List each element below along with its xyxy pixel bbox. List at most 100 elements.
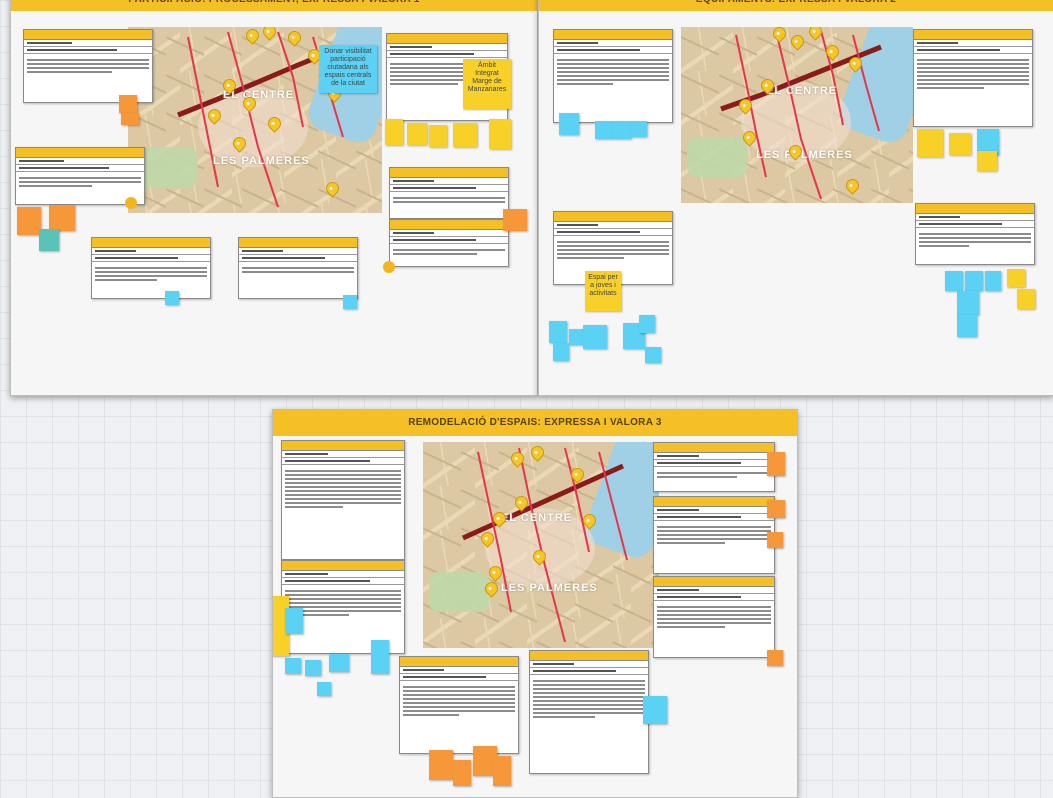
- comment-card[interactable]: [15, 147, 145, 205]
- sticky-note[interactable]: [317, 682, 331, 696]
- city-map[interactable]: EL CENTRE LES PALMERES: [681, 27, 913, 203]
- comment-card[interactable]: [238, 237, 358, 299]
- card-header: [239, 238, 357, 248]
- sticky-note[interactable]: [957, 315, 977, 337]
- card-header: [554, 212, 672, 222]
- card-header: [390, 168, 508, 178]
- sticky-note[interactable]: [1017, 289, 1035, 309]
- sticky-note[interactable]: [639, 315, 655, 333]
- comment-card[interactable]: [553, 29, 673, 123]
- card-header: [654, 497, 774, 507]
- frame-title: EQUIPAMENTS: EXPRESSA I VALORA 2: [539, 0, 1053, 11]
- comment-card[interactable]: [915, 203, 1035, 265]
- city-map[interactable]: EL CENTRE LES PALMERES: [423, 442, 659, 648]
- comment-card[interactable]: [653, 576, 775, 658]
- sticky-note[interactable]: Àmbit Integrat Marge de Manzanares: [463, 59, 511, 109]
- sticky-note[interactable]: [945, 271, 963, 291]
- card-header: [530, 651, 648, 661]
- card-header: [387, 34, 507, 44]
- route-lines: [461, 447, 628, 643]
- card-header: [400, 657, 518, 667]
- connector-dot: [383, 261, 395, 273]
- card-header: [24, 30, 152, 40]
- connector-dot: [125, 197, 137, 209]
- frame-title: PARTICIPACIÓ: PROCESSAMENT, EXPRESSA I V…: [11, 0, 537, 11]
- sticky-note[interactable]: [595, 121, 613, 139]
- board-frame-2[interactable]: EQUIPAMENTS: EXPRESSA I VALORA 2 EL CENT…: [538, 0, 1053, 396]
- district-label: EL CENTRE: [766, 85, 838, 97]
- sticky-note[interactable]: [453, 760, 471, 786]
- district-label: EL CENTRE: [501, 512, 573, 524]
- comment-card[interactable]: [529, 650, 649, 774]
- sticky-note[interactable]: [343, 295, 357, 309]
- sticky-note[interactable]: [767, 650, 783, 666]
- card-header: [390, 220, 508, 230]
- sticky-note[interactable]: [985, 271, 1001, 291]
- sticky-note[interactable]: Donar visibilitat participació ciutadana…: [319, 45, 377, 93]
- card-header: [914, 30, 1032, 40]
- board-frame-3[interactable]: REMODELACIÓ D'ESPAIS: EXPRESSA I VALORA …: [272, 409, 798, 798]
- comment-card[interactable]: [389, 167, 509, 219]
- sticky-note[interactable]: [429, 125, 447, 147]
- comment-card[interactable]: [653, 442, 775, 492]
- sticky-note[interactable]: [429, 750, 453, 780]
- card-header: [554, 30, 672, 40]
- sticky-note[interactable]: [549, 321, 567, 343]
- card-header: [282, 441, 404, 451]
- card-header: [16, 148, 144, 158]
- sticky-note[interactable]: [329, 654, 349, 672]
- sticky-note[interactable]: [1007, 269, 1025, 287]
- sticky-note[interactable]: [453, 123, 477, 147]
- sticky-note[interactable]: [957, 291, 979, 315]
- sticky-note[interactable]: [49, 205, 75, 231]
- sticky-note[interactable]: [917, 129, 943, 157]
- sticky-note[interactable]: [767, 532, 783, 548]
- frame-title: REMODELACIÓ D'ESPAIS: EXPRESSA I VALORA …: [273, 410, 797, 436]
- card-header: [654, 577, 774, 587]
- sticky-note[interactable]: [613, 121, 631, 139]
- card-header: [282, 561, 404, 571]
- sticky-note[interactable]: [17, 207, 41, 235]
- sticky-note[interactable]: [583, 325, 607, 349]
- comment-card[interactable]: [91, 237, 211, 299]
- sticky-note[interactable]: [643, 696, 667, 724]
- comment-card[interactable]: [913, 29, 1033, 127]
- comment-card[interactable]: [23, 29, 153, 103]
- sticky-note[interactable]: [371, 640, 389, 674]
- sticky-note[interactable]: [385, 119, 403, 145]
- sticky-note[interactable]: [767, 452, 785, 476]
- district-label: LES PALMERES: [756, 149, 853, 161]
- sticky-note[interactable]: [119, 95, 137, 113]
- sticky-note[interactable]: [285, 658, 301, 674]
- sticky-note[interactable]: [553, 343, 569, 361]
- sticky-note[interactable]: [493, 756, 511, 786]
- district-label: EL CENTRE: [223, 89, 295, 101]
- sticky-note[interactable]: [977, 151, 997, 171]
- sticky-note[interactable]: [949, 133, 971, 155]
- sticky-note[interactable]: [631, 121, 647, 137]
- board-frame-1[interactable]: PARTICIPACIÓ: PROCESSAMENT, EXPRESSA I V…: [10, 0, 538, 396]
- sticky-note[interactable]: [503, 209, 527, 231]
- sticky-note[interactable]: Espai per a joves i activitats: [585, 271, 621, 311]
- sticky-note[interactable]: [165, 291, 179, 305]
- sticky-note[interactable]: [121, 113, 139, 125]
- card-header: [916, 204, 1034, 214]
- card-header: [654, 443, 774, 453]
- sticky-note[interactable]: [965, 271, 983, 291]
- sticky-note[interactable]: [645, 347, 661, 363]
- sticky-note[interactable]: [767, 500, 785, 518]
- comment-card[interactable]: [281, 440, 405, 560]
- sticky-note[interactable]: [407, 123, 427, 145]
- sticky-note[interactable]: [489, 119, 511, 149]
- comment-card[interactable]: [399, 656, 519, 754]
- card-header: [92, 238, 210, 248]
- district-label: LES PALMERES: [501, 582, 598, 594]
- sticky-note[interactable]: [559, 113, 579, 135]
- comment-card[interactable]: [653, 496, 775, 574]
- sticky-note[interactable]: [39, 229, 59, 251]
- sticky-note[interactable]: [305, 660, 321, 676]
- district-label: LES PALMERES: [213, 155, 310, 167]
- comment-card[interactable]: [389, 219, 509, 267]
- route-lines: [720, 30, 882, 200]
- sticky-note[interactable]: [285, 608, 303, 634]
